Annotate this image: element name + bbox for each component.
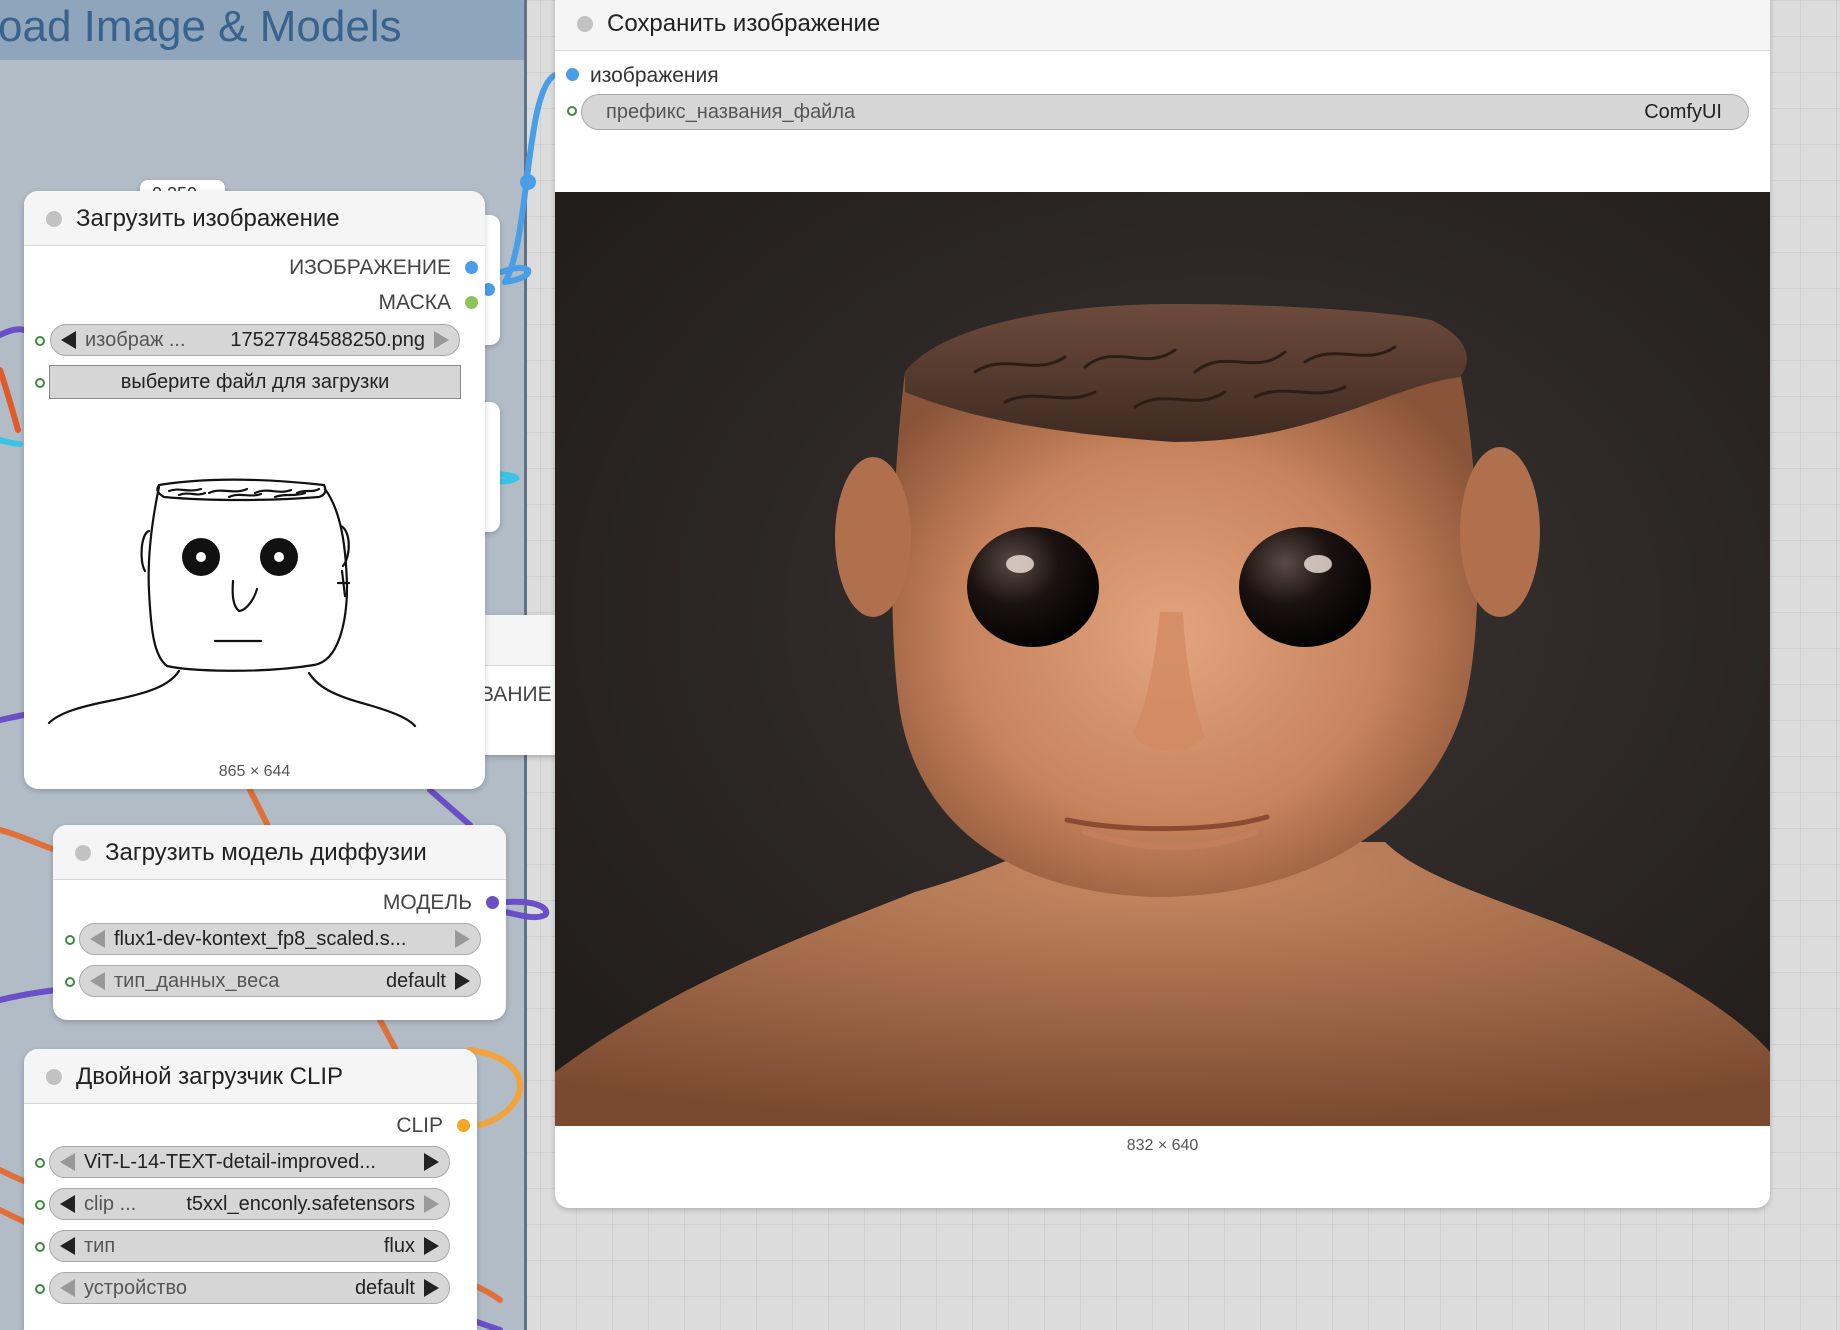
widget-name: clip ... (84, 1193, 137, 1215)
node-title: Сохранить изображение (607, 10, 881, 37)
input-images-slot[interactable] (566, 68, 579, 81)
left-arrow-icon[interactable] (60, 1279, 75, 1297)
widget-value: 17527784588250.png (230, 329, 425, 351)
left-arrow-icon[interactable] (61, 331, 76, 349)
type-select-widget[interactable]: тип flux (49, 1230, 450, 1262)
widget-input-dot[interactable] (35, 378, 45, 388)
output-mask-label: МАСКА (378, 291, 451, 314)
widget-value: default (354, 1277, 415, 1299)
widget-name: тип_данных_веса (114, 970, 280, 992)
left-arrow-icon[interactable] (60, 1237, 75, 1255)
widget-name: устройство (84, 1277, 188, 1299)
left-arrow-icon[interactable] (90, 930, 105, 948)
left-arrow-icon[interactable] (60, 1195, 75, 1213)
dtype-select-widget[interactable]: тип_данных_веса default (79, 965, 481, 997)
status-dot-icon (75, 845, 91, 861)
right-arrow-icon[interactable] (424, 1153, 439, 1171)
output-mask-slot[interactable] (465, 296, 478, 309)
right-arrow-icon[interactable] (424, 1237, 439, 1255)
group-title: oad Image & Models (0, 2, 402, 51)
widget-input-dot[interactable] (35, 1284, 45, 1294)
output-image-slot[interactable] (465, 261, 478, 274)
widget-input-dot[interactable] (35, 1200, 45, 1210)
widget-name: префикс_названия_файла (606, 101, 856, 123)
status-dot-icon (46, 1069, 62, 1085)
widget-value: t5xxl_enconly.safetensors (186, 1193, 415, 1215)
widget-value: flux1-dev-kontext_fp8_scaled.s... (114, 928, 407, 950)
left-arrow-icon[interactable] (60, 1153, 75, 1171)
widget-input-dot[interactable] (35, 1158, 45, 1168)
upload-button[interactable]: выберите файл для загрузки (49, 365, 461, 399)
filename-prefix-widget[interactable]: префикс_названия_файла ComfyUI (581, 94, 1749, 130)
output-clip-label: CLIP (396, 1114, 443, 1137)
right-arrow-icon[interactable] (434, 331, 449, 349)
save-image-node[interactable]: Сохранить изображение изображения префик… (555, 0, 1770, 1208)
output-image-label: ИЗОБРАЖЕНИЕ (289, 256, 451, 279)
model-select-widget[interactable]: flux1-dev-kontext_fp8_scaled.s... (79, 923, 481, 955)
generated-output-image (555, 192, 1770, 1126)
sketch-preview-image (47, 478, 417, 728)
device-select-widget[interactable]: устройство default (49, 1272, 450, 1304)
widget-value: default (385, 970, 446, 992)
right-arrow-icon[interactable] (455, 930, 470, 948)
widget-input-dot[interactable] (65, 977, 75, 987)
image-dimensions: 865 × 644 (218, 763, 291, 780)
node-title: Двойной загрузчик CLIP (76, 1063, 343, 1090)
hidden-output-label: ВАНИЕ (480, 683, 552, 706)
widget-value: ComfyUI (1644, 101, 1722, 123)
node-title: Загрузить модель диффузии (105, 839, 427, 866)
widget-value: flux (383, 1235, 415, 1257)
widget-name: изображ ... (85, 329, 186, 351)
status-dot-icon (577, 16, 593, 32)
image-dimensions: 832 × 640 (1126, 1137, 1199, 1154)
widget-value: ViT-L-14-TEXT-detail-improved... (84, 1151, 376, 1173)
clip1-select-widget[interactable]: ViT-L-14-TEXT-detail-improved... (49, 1146, 450, 1178)
output-clip-slot[interactable] (457, 1119, 470, 1132)
right-arrow-icon[interactable] (424, 1195, 439, 1213)
widget-input-dot[interactable] (35, 1242, 45, 1252)
right-arrow-icon[interactable] (424, 1279, 439, 1297)
load-diffusion-model-node[interactable]: Загрузить модель диффузии МОДЕЛЬ flux1-d… (53, 825, 506, 1020)
output-model-label: МОДЕЛЬ (382, 891, 472, 914)
dual-clip-loader-node[interactable]: Двойной загрузчик CLIP CLIP ViT-L-14-TEX… (24, 1049, 477, 1330)
load-image-node[interactable]: Загрузить изображение ИЗОБРАЖЕНИЕ МАСКА … (24, 191, 485, 789)
widget-name: тип (84, 1235, 116, 1257)
clip2-select-widget[interactable]: clip ... t5xxl_enconly.safetensors (49, 1188, 450, 1220)
node-title: Загрузить изображение (76, 205, 340, 232)
right-arrow-icon[interactable] (455, 972, 470, 990)
output-model-slot[interactable] (486, 896, 499, 909)
input-images-label: изображения (590, 64, 719, 87)
widget-input-dot[interactable] (567, 106, 577, 116)
image-select-widget[interactable]: изображ ... 17527784588250.png (50, 324, 460, 356)
widget-input-dot[interactable] (65, 935, 75, 945)
widget-input-dot[interactable] (35, 336, 45, 346)
status-dot-icon (46, 211, 62, 227)
left-arrow-icon[interactable] (90, 972, 105, 990)
